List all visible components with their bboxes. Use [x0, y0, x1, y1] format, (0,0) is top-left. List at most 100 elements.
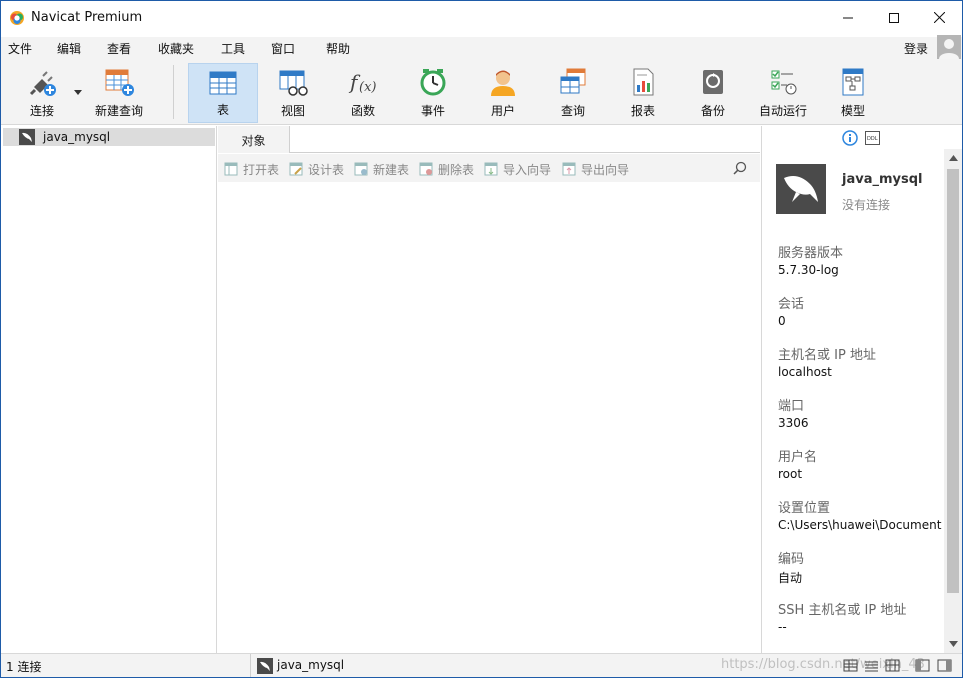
svg-text:(x): (x) [359, 80, 376, 95]
new-table-button[interactable]: 新建表 [354, 161, 409, 177]
minimize-icon [843, 17, 853, 18]
new-table-label: 新建表 [373, 162, 410, 177]
panel-left-icon[interactable] [915, 658, 930, 673]
menu-window[interactable]: 窗口 [271, 40, 295, 57]
delete-table-label: 删除表 [438, 162, 475, 177]
connect-dropdown-icon[interactable] [74, 90, 82, 95]
status-divider [250, 654, 251, 677]
tab-objects[interactable]: 对象 [218, 126, 290, 153]
scroll-thumb[interactable] [947, 169, 959, 593]
objects-pane: 对象 打开表 设计表 新建表 删除表 导入向导 导出向导 [218, 126, 760, 653]
tool-function-label: 函数 [350, 104, 375, 118]
close-button[interactable] [916, 1, 962, 34]
tool-model[interactable]: 模型 [818, 63, 888, 123]
tool-user[interactable]: 用户 [468, 63, 538, 123]
chevron-up-icon [948, 155, 958, 161]
model-icon [842, 68, 864, 96]
menu-bar: 文件 编辑 查看 收藏夹 工具 窗口 帮助 [1, 37, 962, 59]
tool-automation[interactable]: 自动运行 [748, 63, 818, 123]
ddl-icon[interactable]: DDL [865, 131, 881, 145]
delete-table-button[interactable]: 删除表 [419, 161, 474, 177]
title-bar: Navicat Premium [1, 1, 962, 34]
view-icon [279, 70, 308, 96]
status-connection-name: java_mysql [277, 658, 345, 672]
tool-report-label: 报表 [630, 104, 655, 118]
connection-name: java_mysql [842, 172, 923, 187]
prop-value-port: 3306 [778, 416, 809, 430]
tool-event[interactable]: 事件 [398, 63, 468, 123]
prop-label-encoding: 编码 [778, 552, 805, 567]
mysql-connection-icon [19, 129, 35, 145]
tool-automation-label: 自动运行 [758, 104, 807, 118]
info-scrollbar[interactable] [944, 149, 962, 653]
navigation-pane: java_mysql [1, 126, 217, 653]
prop-label-port: 端口 [778, 399, 805, 414]
menu-edit[interactable]: 编辑 [57, 40, 81, 57]
grid-view-icon[interactable] [843, 658, 858, 673]
minimize-button[interactable] [825, 1, 871, 34]
prop-value-ssh-host: -- [778, 620, 787, 634]
connection-status: 没有连接 [842, 198, 891, 212]
import-wizard-label: 导入向导 [503, 162, 552, 177]
chevron-down-icon [948, 641, 958, 647]
login-link[interactable]: 登录 [904, 40, 928, 57]
maximize-icon [889, 12, 899, 23]
main-toolbar: 连接 新建查询 表 视图 f (x) 函数 事件 用户 查询 报表 备份 自动运… [1, 59, 962, 125]
status-bar: 1 连接 java_mysql https://blog.csdn.net/we… [1, 653, 962, 677]
menu-favorites[interactable]: 收藏夹 [158, 40, 194, 57]
tree-item-connection[interactable]: java_mysql [3, 128, 215, 146]
export-wizard-button[interactable]: 导出向导 [562, 161, 629, 177]
tool-view[interactable]: 视图 [258, 63, 328, 123]
new-query-label: 新建查询 [94, 104, 143, 118]
prop-label-ssh-host: SSH 主机名或 IP 地址 [778, 603, 907, 618]
scroll-up-button[interactable] [944, 149, 962, 167]
design-table-button[interactable]: 设计表 [289, 161, 344, 177]
query-icon [560, 68, 586, 94]
tool-table[interactable]: 表 [188, 63, 258, 123]
menu-help[interactable]: 帮助 [326, 40, 350, 57]
tool-event-label: 事件 [420, 104, 445, 118]
status-connection-count: 1 连接 [6, 660, 42, 674]
automation-icon [771, 70, 797, 95]
scroll-down-button[interactable] [944, 635, 962, 653]
prop-value-server-version: 5.7.30-log [778, 263, 839, 277]
tool-function[interactable]: f (x) 函数 [328, 63, 398, 123]
navicat-logo-icon [10, 11, 24, 25]
tree-item-label: java_mysql [43, 130, 111, 144]
tool-report[interactable]: 报表 [608, 63, 678, 123]
new-query-button[interactable]: 新建查询 [84, 63, 154, 123]
prop-label-host: 主机名或 IP 地址 [778, 348, 876, 363]
info-icon[interactable] [842, 130, 858, 146]
search-icon[interactable] [733, 161, 747, 175]
tool-backup[interactable]: 备份 [678, 63, 748, 123]
avatar[interactable] [937, 35, 961, 59]
tool-model-label: 模型 [840, 104, 865, 118]
function-icon: f (x) [348, 70, 376, 95]
prop-label-username: 用户名 [778, 450, 818, 465]
dolphin-icon [784, 176, 818, 202]
panel-right-icon[interactable] [937, 658, 952, 673]
report-icon [633, 68, 654, 96]
list-view-icon[interactable] [864, 658, 879, 673]
maximize-button[interactable] [871, 1, 917, 34]
open-table-button[interactable]: 打开表 [224, 161, 279, 177]
prop-label-sessions: 会话 [778, 297, 805, 312]
object-list[interactable] [218, 182, 760, 653]
menu-view[interactable]: 查看 [107, 40, 131, 57]
tool-query[interactable]: 查询 [538, 63, 608, 123]
tool-view-label: 视图 [280, 104, 305, 118]
plug-icon [29, 71, 56, 96]
mysql-connection-icon [257, 658, 273, 674]
menu-file[interactable]: 文件 [8, 40, 32, 57]
clock-icon [420, 69, 446, 96]
tab-strip: 对象 [218, 126, 760, 153]
export-wizard-label: 导出向导 [581, 162, 630, 177]
prop-value-username: root [778, 467, 803, 481]
tool-backup-label: 备份 [700, 104, 725, 118]
import-wizard-button[interactable]: 导入向导 [484, 161, 551, 177]
detail-view-icon[interactable] [885, 658, 900, 673]
menu-tools[interactable]: 工具 [221, 40, 245, 57]
mysql-logo [776, 164, 826, 214]
app-window: Navicat Premium 文件 编辑 查看 收藏夹 工具 窗口 帮助 登录 [0, 0, 963, 678]
connect-button[interactable]: 连接 [7, 63, 77, 123]
